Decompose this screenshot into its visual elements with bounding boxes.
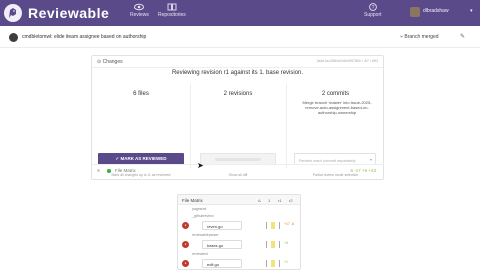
- nav-repositories[interactable]: Repositories: [158, 3, 186, 18]
- changes-header: ⊙ Changes 3a4e1ac2f8b9c0d4e5f67890 • 4f7…: [92, 56, 383, 68]
- column-r1[interactable]: r1: [278, 198, 282, 203]
- app-title[interactable]: Reviewable: [28, 5, 109, 21]
- button-placeholder: [215, 158, 261, 161]
- file-status-icon: ●: [182, 260, 189, 267]
- commit-review-select-placeholder: Review each commit separately: [299, 157, 356, 163]
- file-row[interactable]: ● edit.go +1: [178, 258, 300, 268]
- column-r2[interactable]: r2: [289, 198, 293, 203]
- avatar: [9, 33, 18, 42]
- folder-label: reviewtest: [192, 252, 208, 256]
- file-status-icon: ●: [182, 222, 189, 229]
- repositories-icon: [167, 3, 177, 11]
- files-count: 6 files: [133, 91, 149, 97]
- file-matrix-counts-text: 6 -17 +6 +43: [350, 168, 376, 173]
- mark-as-reviewed-label: MARK AS REVIEWED: [120, 156, 167, 161]
- status-dot: [97, 169, 100, 172]
- file-name: reven.go: [207, 224, 223, 229]
- pull-request-header: cmdbletomwl: elide iteam assignee based …: [0, 31, 480, 45]
- commit-message: Merge branch 'master' into issue-2025-re…: [302, 100, 372, 115]
- file-delta: +17 -6: [284, 222, 295, 226]
- folder-label: _githubreview: [192, 214, 214, 218]
- changes-meta: 3a4e1ac2f8b9c0d4e5f67890 • 4f7 • 683: [316, 59, 378, 63]
- file-delta: +6: [284, 241, 288, 245]
- file-status-icon: ●: [182, 241, 189, 248]
- revision-track[interactable]: [266, 222, 280, 229]
- changes-panel: ⊙ Changes 3a4e1ac2f8b9c0d4e5f67890 • 4f7…: [91, 55, 384, 180]
- revision-track[interactable]: [266, 241, 280, 248]
- column-delta[interactable]: Δ: [258, 198, 261, 203]
- folder-label: reviewableparser: [192, 233, 219, 237]
- svg-text:?: ?: [371, 5, 374, 11]
- avatar: [410, 7, 420, 17]
- nav-support-label: Support: [364, 12, 382, 18]
- revision-marker: [271, 241, 275, 248]
- help-icon: ?: [368, 3, 377, 11]
- divider: [0, 47, 480, 48]
- file-matrix-toggle-row[interactable]: File Matrix 6 -17 +6 +43: [91, 164, 384, 176]
- commits-column: 2 commits Merge branch 'master' into iss…: [286, 84, 385, 177]
- revisions-count: 2 revisions: [223, 91, 253, 97]
- review-summary: Reviewing revision r1 against its 1. bas…: [171, 70, 304, 76]
- file-matrix-label: File Matrix: [115, 168, 136, 173]
- mouse-cursor-icon: ➤: [197, 161, 204, 170]
- edit-icon[interactable]: ✎: [460, 33, 465, 40]
- file-row[interactable]: ● reven.go +17 -6: [178, 220, 300, 230]
- changes-heading-label: Changes: [102, 59, 123, 65]
- pr-title: cmdbletomwl: elide iteam assignee based …: [22, 34, 147, 40]
- file-matrix-title: File Matrix: [182, 197, 203, 203]
- nav-reviews-label: Reviews: [130, 12, 149, 18]
- revision-marker: [271, 260, 275, 267]
- file-row[interactable]: ● bases.go +6: [178, 239, 300, 249]
- folder-label: pagesnet: [192, 207, 207, 211]
- username: dlbradshaw: [423, 8, 449, 14]
- revision-track[interactable]: [266, 260, 280, 267]
- top-navigation-bar: Reviewable Reviews Repositories ? Suppor…: [0, 0, 480, 26]
- file-matrix-header: File Matrix Δ 1 r1 r2: [178, 195, 300, 205]
- branch-status-label: Branch merged: [404, 34, 439, 40]
- eye-icon: [134, 3, 145, 11]
- status-dot-green: [107, 169, 111, 173]
- nav-reviews[interactable]: Reviews: [130, 3, 149, 18]
- revisions-column: 2 revisions Show all diff: [190, 84, 286, 177]
- file-matrix-counts: 6 -17 +6 +43: [350, 168, 376, 173]
- chevron-down-icon: ▾: [369, 157, 372, 162]
- files-column: 6 files ✓ MARK AS REVIEWED Mark all chan…: [92, 84, 190, 177]
- file-name: bases.go: [207, 243, 224, 248]
- file-name-box[interactable]: reven.go: [202, 221, 242, 230]
- column-base[interactable]: 1: [268, 198, 270, 203]
- file-matrix: File Matrix Δ 1 r1 r2 pagesnet _githubre…: [177, 194, 301, 270]
- file-name-box[interactable]: bases.go: [202, 240, 242, 249]
- nav-repositories-label: Repositories: [158, 12, 186, 18]
- file-name-box[interactable]: edit.go: [202, 259, 242, 268]
- chevron-down-icon: ▾: [470, 8, 473, 14]
- changes-heading: ⊙ Changes: [97, 59, 123, 65]
- revision-marker: [271, 222, 275, 229]
- nav-support[interactable]: ? Support: [364, 3, 382, 18]
- changes-icon: ⊙: [97, 59, 102, 65]
- check-icon: ✓: [115, 156, 120, 161]
- commits-count: 2 commits: [321, 91, 350, 97]
- file-name: edit.go: [207, 262, 220, 267]
- reviewable-logo-icon[interactable]: [4, 4, 22, 22]
- file-delta: +1: [284, 260, 288, 264]
- branch-status: ⑂ Branch merged: [400, 34, 439, 40]
- branch-merged-icon: ⑂: [400, 34, 404, 40]
